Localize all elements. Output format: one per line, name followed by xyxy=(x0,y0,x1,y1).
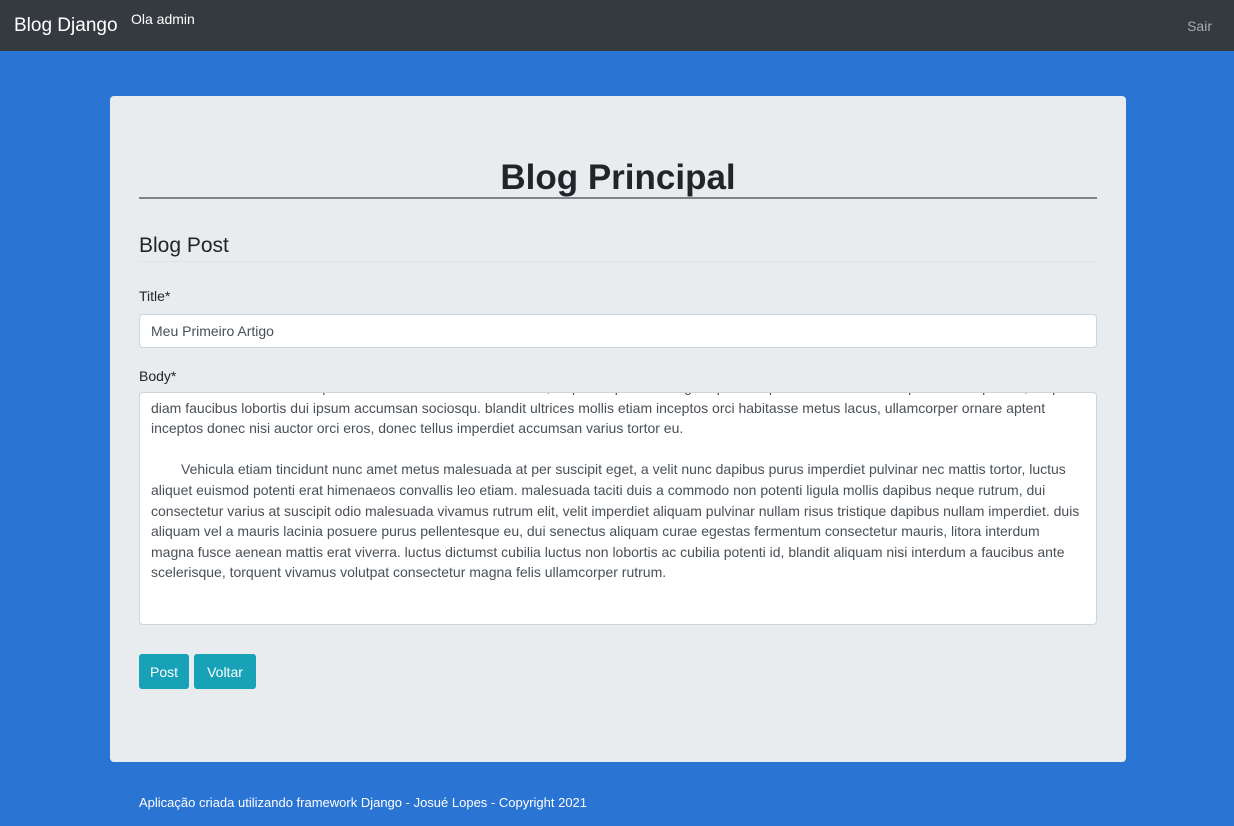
body-paragraph-gap xyxy=(151,439,1082,460)
back-button[interactable]: Voltar xyxy=(194,654,256,689)
body-label: Body* xyxy=(139,368,177,384)
section-divider xyxy=(139,261,1097,262)
title-divider xyxy=(139,197,1097,199)
logout-link[interactable]: Sair xyxy=(1187,18,1212,34)
title-label: Title* xyxy=(139,288,171,304)
main-card: Blog Principal Blog Post Title* Body* ..… xyxy=(110,96,1126,762)
navbar: Blog Django Ola admin Sair xyxy=(0,0,1234,51)
body-textarea[interactable]: ...... libero senectus odio dapibus cond… xyxy=(139,392,1097,625)
user-greeting: Ola admin xyxy=(131,11,195,27)
page-title: Blog Principal xyxy=(500,158,736,197)
body-paragraph-2: Vehicula etiam tincidunt nunc amet metus… xyxy=(151,461,1080,581)
footer-text: Aplicação criada utilizando framework Dj… xyxy=(139,795,588,810)
section-title: Blog Post xyxy=(139,234,229,257)
post-button[interactable]: Post xyxy=(139,654,189,689)
brand-link[interactable]: Blog Django xyxy=(14,15,118,37)
title-input[interactable] xyxy=(139,314,1097,348)
body-content: ...... libero senectus odio dapibus cond… xyxy=(151,393,1082,583)
body-paragraph-1: ...... libero senectus odio dapibus cond… xyxy=(151,393,1071,437)
